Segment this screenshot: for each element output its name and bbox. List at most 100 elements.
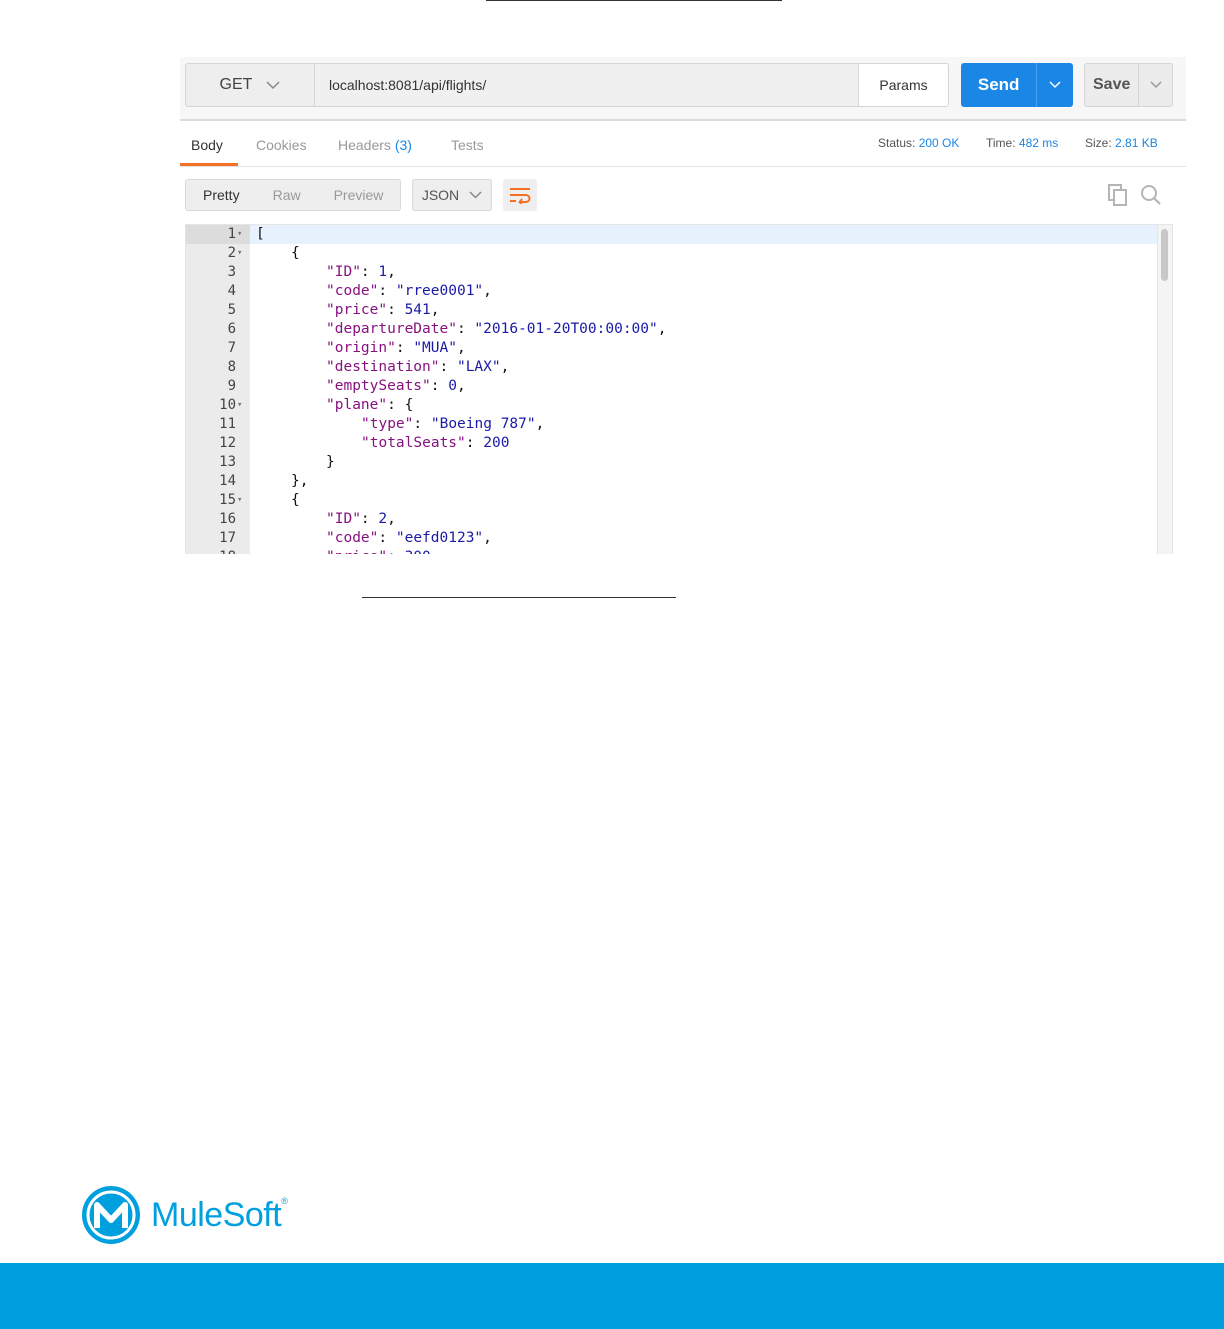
json-key: "totalSeats" bbox=[361, 435, 466, 451]
size-label: Size: bbox=[1085, 136, 1112, 150]
code-line: 7 "origin": "MUA", bbox=[228, 339, 1158, 358]
json-key: "origin" bbox=[326, 340, 396, 356]
json-punctuation: : bbox=[456, 321, 475, 337]
url-input[interactable]: localhost:8081/api/flights/ bbox=[314, 63, 859, 107]
save-button[interactable]: Save bbox=[1085, 64, 1138, 106]
chevron-down-icon bbox=[469, 191, 482, 199]
json-string: "eefd0123" bbox=[395, 530, 484, 546]
json-punctuation: : bbox=[378, 283, 396, 299]
top-rule bbox=[486, 0, 782, 1]
line-number: 13 bbox=[219, 454, 236, 470]
tab-tests[interactable]: Tests bbox=[451, 137, 484, 153]
params-button[interactable]: Params bbox=[858, 63, 949, 107]
search-icon[interactable] bbox=[1140, 184, 1162, 206]
json-punctuation: : bbox=[395, 340, 414, 356]
view-preview-button[interactable]: Preview bbox=[334, 187, 384, 203]
line-number: 9 bbox=[227, 378, 236, 394]
code-line: 3 "ID": 1, bbox=[228, 263, 1158, 282]
json-key: "departureDate" bbox=[326, 321, 457, 337]
json-key: "destination" bbox=[326, 359, 440, 375]
postman-window: GET localhost:8081/api/flights/ Params S… bbox=[180, 57, 1186, 554]
fold-toggle-icon[interactable]: ▾ bbox=[237, 396, 242, 415]
line-number: 3 bbox=[227, 264, 236, 280]
code-text: "price": 541, bbox=[326, 301, 440, 320]
format-select[interactable]: JSON bbox=[412, 179, 492, 211]
view-mode-selector: Pretty Raw Preview bbox=[185, 179, 401, 211]
line-number: 5 bbox=[227, 302, 236, 318]
chevron-down-icon bbox=[1049, 81, 1061, 89]
code-text: { bbox=[291, 491, 300, 510]
method-select[interactable]: GET bbox=[185, 63, 315, 107]
json-punctuation: { bbox=[291, 492, 300, 508]
wrap-lines-button[interactable] bbox=[503, 179, 537, 211]
code-line: 15 ▾ { bbox=[219, 491, 1158, 510]
json-string: "2016-01-20T00:00:00" bbox=[474, 321, 658, 337]
code-line: 2 ▾ { bbox=[228, 244, 1158, 263]
code-line: 4 "code": "rree0001", bbox=[228, 282, 1158, 301]
response-tabs: Body Cookies Headers (3) Tests Status: 2… bbox=[180, 121, 1186, 167]
method-label: GET bbox=[219, 76, 253, 93]
view-raw-button[interactable]: Raw bbox=[273, 187, 301, 203]
code-text: "origin": "MUA", bbox=[326, 339, 466, 358]
json-punctuation: : { bbox=[387, 397, 414, 413]
code-line: 6 "departureDate": "2016-01-20T00:00:00", bbox=[228, 320, 1158, 339]
json-punctuation: : bbox=[378, 530, 396, 546]
fold-toggle-icon[interactable]: ▾ bbox=[237, 225, 242, 244]
chevron-down-icon bbox=[1150, 81, 1162, 89]
code-text: "type": "Boeing 787", bbox=[361, 415, 544, 434]
line-number: 11 bbox=[219, 416, 236, 432]
code-line: 8 "destination": "LAX", bbox=[228, 358, 1158, 377]
json-string: "LAX" bbox=[456, 359, 501, 375]
json-punctuation: , bbox=[431, 549, 440, 554]
url-text: localhost:8081/api/flights/ bbox=[329, 77, 487, 93]
line-number: 16 bbox=[219, 511, 236, 527]
json-punctuation: : bbox=[360, 511, 379, 527]
request-bar: GET localhost:8081/api/flights/ Params S… bbox=[180, 57, 1186, 121]
json-key: "type" bbox=[361, 416, 414, 432]
fold-toggle-icon[interactable]: ▾ bbox=[237, 491, 242, 510]
response-body-editor[interactable]: 1 ▾[2 ▾{3 "ID": 1, 4 "code": "rree0001", 5 "pri… bbox=[185, 224, 1173, 554]
line-number: 8 bbox=[227, 359, 236, 375]
json-key: "plane" bbox=[326, 397, 388, 413]
json-punctuation: , bbox=[456, 378, 466, 394]
code-line: 5 "price": 541, bbox=[228, 301, 1158, 320]
mulesoft-logo-icon bbox=[82, 1186, 140, 1244]
send-button[interactable]: Send bbox=[961, 63, 1036, 107]
line-number: 2 bbox=[227, 245, 236, 261]
copy-icon[interactable] bbox=[1108, 184, 1128, 206]
save-label: Save bbox=[1093, 76, 1131, 93]
tab-cookies[interactable]: Cookies bbox=[256, 137, 307, 153]
code-text: "price": 300, bbox=[326, 548, 440, 554]
view-pretty-button[interactable]: Pretty bbox=[203, 187, 240, 203]
mulesoft-logo: MuleSoft® bbox=[80, 1184, 288, 1246]
json-key: "ID" bbox=[326, 511, 361, 527]
json-punctuation: : bbox=[387, 302, 405, 318]
status-label: Status: bbox=[878, 136, 916, 150]
wrap-lines-icon bbox=[510, 188, 531, 204]
json-punctuation: : bbox=[465, 435, 484, 451]
json-string: "MUA" bbox=[413, 340, 457, 356]
save-dropdown-button[interactable] bbox=[1138, 64, 1172, 106]
editor-scrollbar[interactable] bbox=[1157, 225, 1172, 554]
code-text: "code": "eefd0123", bbox=[326, 529, 492, 548]
scrollbar-thumb[interactable] bbox=[1161, 229, 1168, 281]
json-key: "emptySeats" bbox=[326, 378, 431, 394]
send-dropdown-button[interactable] bbox=[1036, 63, 1073, 107]
tab-headers[interactable]: Headers (3) bbox=[338, 137, 412, 153]
json-punctuation: : bbox=[430, 378, 449, 394]
send-label: Send bbox=[977, 75, 1020, 94]
code-text: { bbox=[291, 244, 300, 263]
tab-body[interactable]: Body bbox=[191, 137, 223, 153]
code-text: }, bbox=[291, 472, 308, 491]
json-string: "Boeing 787" bbox=[430, 416, 536, 432]
json-number: 2 bbox=[378, 511, 388, 527]
line-number: 10 bbox=[219, 397, 236, 413]
json-key: "price" bbox=[326, 302, 388, 318]
active-tab-indicator bbox=[180, 163, 238, 166]
code-text: "code": "rree0001", bbox=[326, 282, 492, 301]
code-text: "departureDate": "2016-01-20T00:00:00", bbox=[326, 320, 666, 339]
code-text: } bbox=[326, 453, 335, 472]
json-number: 300 bbox=[405, 549, 431, 554]
fold-toggle-icon[interactable]: ▾ bbox=[237, 244, 242, 263]
json-punctuation: : bbox=[387, 549, 404, 554]
